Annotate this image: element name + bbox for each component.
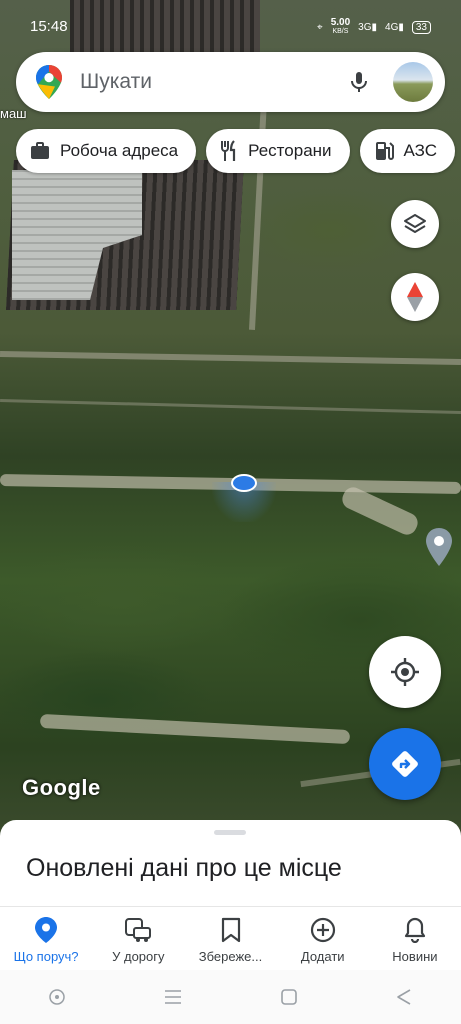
fork-knife-icon bbox=[221, 140, 236, 161]
chip-label: Ресторани bbox=[248, 141, 332, 160]
bottom-sheet[interactable]: Оновлені дані про це місце bbox=[0, 820, 461, 910]
sheet-title: Оновлені дані про це місце bbox=[26, 854, 342, 882]
sheet-drag-handle[interactable] bbox=[214, 830, 246, 835]
road bbox=[0, 350, 461, 366]
directions-icon bbox=[392, 751, 418, 777]
account-avatar[interactable] bbox=[393, 62, 433, 102]
google-attribution: Google bbox=[22, 775, 101, 800]
add-circle-icon bbox=[310, 917, 335, 943]
my-location-dot bbox=[231, 474, 257, 492]
chip-work-address[interactable]: Робоча адреса bbox=[16, 129, 197, 173]
compass-button[interactable] bbox=[391, 273, 439, 321]
bookmark-icon bbox=[221, 917, 240, 943]
compass-icon bbox=[407, 282, 423, 312]
directions-button[interactable] bbox=[369, 728, 441, 800]
nav-saved[interactable]: Збереже... bbox=[184, 907, 276, 970]
briefcase-icon bbox=[31, 142, 49, 159]
nav-updates[interactable]: Новини bbox=[369, 907, 461, 970]
explore-pin-icon bbox=[35, 917, 58, 943]
place-marker-icon[interactable] bbox=[425, 528, 453, 566]
google-maps-logo-icon bbox=[36, 65, 62, 99]
net-speed-unit: KB/S bbox=[332, 28, 349, 35]
nav-label: Додати bbox=[300, 949, 345, 964]
battery-icon: 33 bbox=[411, 20, 431, 34]
search-input[interactable]: Шукати bbox=[80, 70, 347, 94]
back-icon[interactable] bbox=[395, 988, 413, 1006]
layers-button[interactable] bbox=[391, 200, 439, 248]
chip-restaurants[interactable]: Ресторани bbox=[206, 129, 350, 173]
nav-label: Новини bbox=[392, 949, 438, 964]
microphone-icon[interactable] bbox=[347, 70, 371, 94]
layers-icon bbox=[404, 214, 426, 233]
chip-label: АЗС bbox=[403, 141, 438, 160]
search-bar[interactable]: Шукати bbox=[16, 52, 445, 112]
chip-label: Робоча адреса bbox=[60, 141, 179, 160]
my-location-button[interactable] bbox=[369, 636, 441, 708]
nav-label: Що поруч? bbox=[13, 949, 79, 964]
home-icon[interactable] bbox=[280, 988, 298, 1006]
gas-station-icon bbox=[375, 142, 394, 160]
map-place-label: маш bbox=[0, 106, 27, 121]
nav-contribute[interactable]: Додати bbox=[277, 907, 369, 970]
bell-icon bbox=[404, 917, 426, 943]
crosshair-icon bbox=[391, 658, 419, 686]
nav-label: Збереже... bbox=[198, 949, 263, 964]
commute-icon bbox=[125, 918, 152, 942]
nav-label: У дорогу bbox=[112, 949, 165, 964]
signal-3g-icon: 3G▮ bbox=[358, 21, 378, 33]
system-navigation-bar bbox=[0, 970, 461, 1024]
net-speed-value: 5.00 bbox=[330, 17, 351, 28]
bottom-navigation: Що поруч? У дорогу Збереже... Додати Нов… bbox=[0, 906, 461, 970]
chip-gas-stations[interactable]: АЗС bbox=[359, 129, 456, 173]
dirt-trail bbox=[39, 713, 351, 745]
signal-4g-icon: 4G▮ bbox=[385, 21, 404, 33]
status-bar: 15:48 ⌖ 5.00 KB/S 3G▮ 4G▮ 33 bbox=[0, 0, 461, 52]
assistant-icon[interactable] bbox=[48, 988, 66, 1006]
recent-apps-icon[interactable] bbox=[163, 989, 183, 1005]
road bbox=[0, 398, 461, 415]
network-speed: 5.00 KB/S bbox=[331, 18, 350, 36]
nav-commute[interactable]: У дорогу bbox=[92, 907, 184, 970]
location-status-icon: ⌖ bbox=[317, 21, 323, 33]
status-time: 15:48 bbox=[30, 18, 68, 35]
nav-explore[interactable]: Що поруч? bbox=[0, 907, 92, 970]
category-chips: Робоча адреса Ресторани АЗС bbox=[16, 129, 456, 173]
